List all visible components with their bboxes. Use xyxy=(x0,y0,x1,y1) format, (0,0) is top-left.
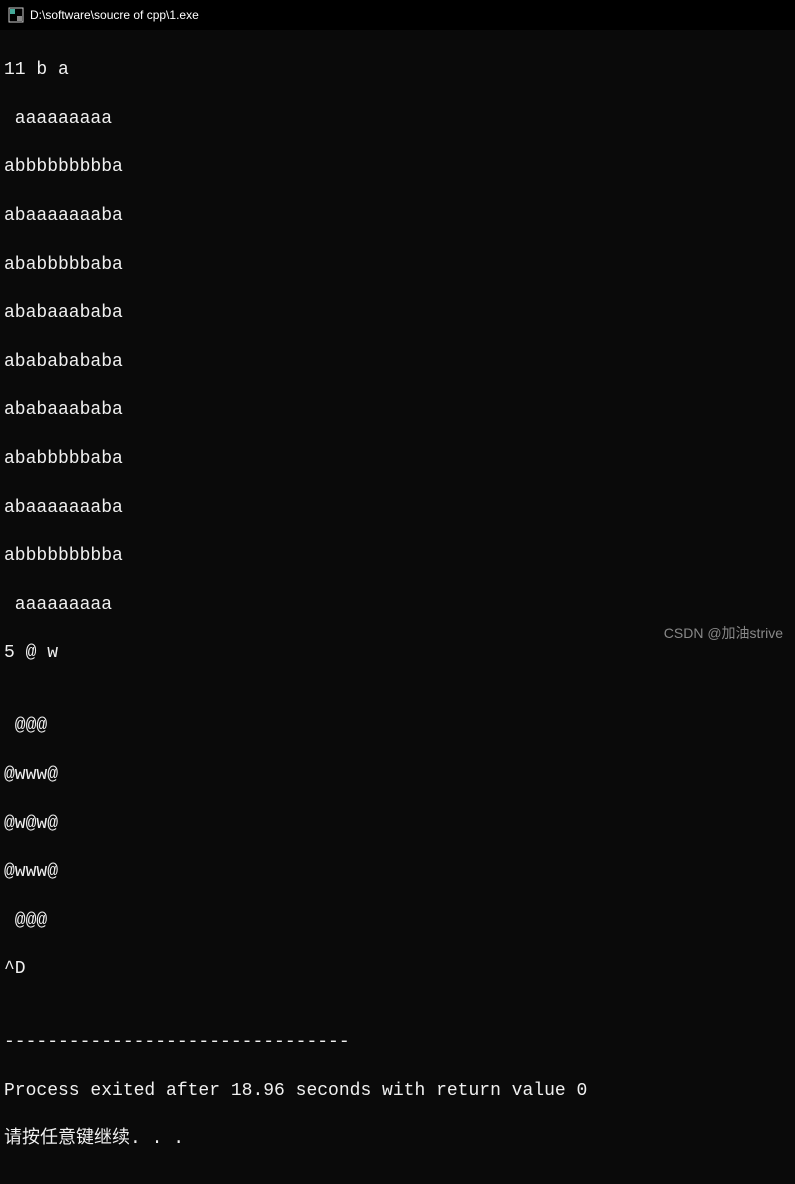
console-line: @@@ xyxy=(4,909,787,933)
console-line: ababbbbbaba xyxy=(4,447,787,471)
console-line: 请按任意键继续. . . xyxy=(4,1127,787,1151)
console-line: @www@ xyxy=(4,763,787,787)
console-line: -------------------------------- xyxy=(4,1030,787,1054)
console-line: abaaaaaaaba xyxy=(4,496,787,520)
window-title: D:\software\soucre of cpp\1.exe xyxy=(30,8,199,22)
console-line: @@@ xyxy=(4,714,787,738)
console-line: ababaaababa xyxy=(4,398,787,422)
console-line: Process exited after 18.96 seconds with … xyxy=(4,1079,787,1103)
console-line: 5 @ w xyxy=(4,641,787,665)
console-line: aaaaaaaaa xyxy=(4,593,787,617)
console-line: aaaaaaaaa xyxy=(4,107,787,131)
console-line: abaaaaaaaba xyxy=(4,204,787,228)
console-line: 11 b a xyxy=(4,58,787,82)
console-output[interactable]: 11 b a aaaaaaaaa abbbbbbbbba abaaaaaaaba… xyxy=(0,30,795,1184)
console-line: @www@ xyxy=(4,860,787,884)
console-line: abbbbbbbbba xyxy=(4,155,787,179)
watermark: CSDN @加油strive xyxy=(664,623,783,643)
console-line: ^D xyxy=(4,957,787,981)
console-line: @w@w@ xyxy=(4,812,787,836)
window-titlebar[interactable]: D:\software\soucre of cpp\1.exe xyxy=(0,0,795,30)
console-line: abababababa xyxy=(4,350,787,374)
app-icon xyxy=(8,7,24,23)
console-line: abbbbbbbbba xyxy=(4,544,787,568)
console-line: ababbbbbaba xyxy=(4,253,787,277)
console-line: ababaaababa xyxy=(4,301,787,325)
